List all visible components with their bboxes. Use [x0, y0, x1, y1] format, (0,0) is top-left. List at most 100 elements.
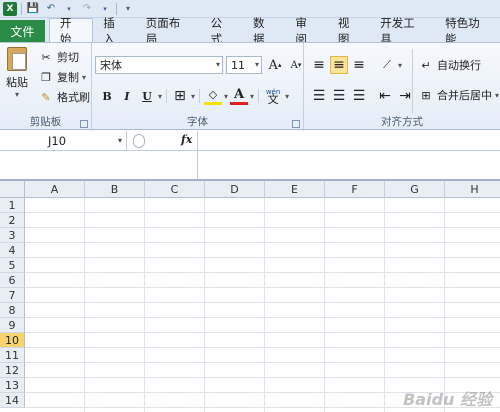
font-name-select[interactable]: 宋体 ▾: [95, 56, 223, 74]
align-right-icon[interactable]: ☰: [350, 87, 368, 105]
column-header[interactable]: D: [205, 181, 265, 198]
chevron-down-icon[interactable]: ▾: [191, 92, 195, 101]
chevron-down-icon[interactable]: ▾: [224, 92, 228, 101]
copy-button[interactable]: ❐ 复制 ▾: [38, 69, 86, 85]
chevron-down-icon: ▾: [215, 60, 220, 69]
font-label: 字体: [187, 116, 208, 128]
decrease-indent-icon[interactable]: ⇤: [376, 87, 394, 105]
row-header[interactable]: 12: [0, 363, 25, 378]
tab-file[interactable]: 文件: [0, 20, 45, 42]
column-header[interactable]: B: [85, 181, 145, 198]
tab-insert[interactable]: 插入: [93, 16, 135, 46]
border-icon[interactable]: ⊞: [171, 87, 189, 105]
wrap-text-button[interactable]: ↵ 自动换行: [418, 57, 481, 73]
alignment-label: 对齐方式: [381, 116, 423, 128]
select-all-button[interactable]: [0, 181, 25, 198]
row-header[interactable]: 8: [0, 303, 25, 318]
redo-icon[interactable]: ↷: [80, 2, 94, 16]
row-header[interactable]: 1: [0, 198, 25, 213]
divider: [116, 2, 117, 15]
tab-view[interactable]: 视图: [328, 16, 370, 46]
align-top-icon[interactable]: ≡: [310, 56, 328, 74]
italic-button[interactable]: I: [118, 87, 136, 105]
clipboard-label: 剪贴板: [29, 116, 62, 128]
tab-review[interactable]: 审阅: [285, 16, 327, 46]
dialog-launcher-icon[interactable]: [292, 120, 300, 128]
insert-function-button[interactable]: fx: [181, 133, 192, 146]
spreadsheet-grid: ABCDEFGH 1 2 3 4 5 6 7 8 9 10 11 12 13 14 Baidu 经验: [0, 181, 500, 412]
shrink-font-button[interactable]: A ▾: [287, 56, 305, 74]
formula-input[interactable]: [197, 131, 500, 179]
orientation-icon[interactable]: ⟋: [378, 56, 396, 74]
chevron-down-icon[interactable]: ▾: [250, 92, 254, 101]
row-header[interactable]: 11: [0, 348, 25, 363]
name-box[interactable]: J10 ▾: [0, 131, 127, 151]
splitter-handle[interactable]: [133, 134, 145, 148]
chevron-down-icon[interactable]: ▾: [285, 92, 289, 101]
row-header[interactable]: 14: [0, 393, 25, 408]
row-header[interactable]: 5: [0, 258, 25, 273]
chevron-down-icon[interactable]: ▾: [158, 92, 162, 101]
cut-label: 剪切: [57, 51, 79, 64]
wrap-text-label: 自动换行: [437, 59, 481, 72]
undo-icon[interactable]: ↶: [44, 2, 58, 16]
chevron-down-icon[interactable]: ▾: [398, 61, 402, 70]
dropdown-icon[interactable]: ▾: [62, 2, 76, 16]
align-bottom-icon[interactable]: ≡: [350, 56, 368, 74]
save-icon[interactable]: 💾: [26, 2, 40, 16]
clipboard-group: 粘贴 ▾ ✂ 剪切 ❐ 复制 ▾ ✎ 格式刷 剪贴板: [0, 43, 92, 131]
customize-qat-icon[interactable]: ▾: [121, 2, 135, 16]
name-box-value: J10: [48, 134, 67, 148]
formula-controls: fx: [127, 131, 197, 151]
column-header[interactable]: C: [145, 181, 205, 198]
font-size-value: 11: [231, 58, 245, 72]
font-color-button[interactable]: A: [230, 87, 249, 105]
column-header[interactable]: E: [265, 181, 325, 198]
paste-button[interactable]: 粘贴 ▾: [4, 47, 30, 99]
wrap-text-icon: ↵: [421, 58, 431, 72]
copy-label: 复制: [57, 71, 79, 84]
row-header[interactable]: 3: [0, 228, 25, 243]
alignment-group: ≡ ≡ ≡ ⟋ ▾ ☰ ☰ ☰ ⇤ ⇥ ↵ 自动换行 ⊞ 合并后居中 ▾ 对齐方…: [304, 43, 500, 131]
row-header[interactable]: 6: [0, 273, 25, 288]
ribbon-tabs: 文件 开始 插入 页面布局 公式 数据 审阅 视图 开发工具 特色功能: [0, 16, 500, 46]
divider: [166, 89, 168, 103]
font-size-select[interactable]: 11 ▾: [226, 56, 262, 74]
row-header[interactable]: 4: [0, 243, 25, 258]
chevron-down-icon: ▾: [495, 90, 500, 100]
cell-area[interactable]: [25, 198, 500, 412]
column-header[interactable]: A: [25, 181, 85, 198]
underline-button[interactable]: U: [138, 87, 156, 105]
tab-home[interactable]: 开始: [48, 16, 94, 46]
tab-page-layout[interactable]: 页面布局: [136, 16, 201, 46]
grow-font-button[interactable]: A ▴: [266, 56, 284, 74]
format-painter-button[interactable]: ✎ 格式刷: [38, 89, 90, 105]
column-header[interactable]: G: [385, 181, 445, 198]
tab-formulas[interactable]: 公式: [201, 16, 243, 46]
row-header[interactable]: 9: [0, 318, 25, 333]
column-header[interactable]: H: [445, 181, 500, 198]
excel-app-icon[interactable]: X: [3, 1, 17, 16]
tab-developer[interactable]: 开发工具: [370, 16, 435, 46]
cut-button[interactable]: ✂ 剪切: [38, 49, 79, 65]
align-center-icon[interactable]: ☰: [330, 87, 348, 105]
phonetic-char-label: 文: [267, 93, 279, 106]
row-header[interactable]: 13: [0, 378, 25, 393]
tab-features[interactable]: 特色功能: [435, 16, 500, 46]
dropdown-icon[interactable]: ▾: [98, 2, 112, 16]
row-header[interactable]: 2: [0, 213, 25, 228]
align-middle-icon[interactable]: ≡: [330, 56, 348, 74]
dialog-launcher-icon[interactable]: [80, 120, 88, 128]
merge-center-button[interactable]: ⊞ 合并后居中 ▾: [418, 87, 499, 103]
chevron-down-icon[interactable]: ▾: [118, 136, 122, 145]
fill-color-icon[interactable]: ◇: [204, 87, 223, 105]
bold-button[interactable]: B: [98, 87, 116, 105]
tab-data[interactable]: 数据: [243, 16, 285, 46]
phonetic-button[interactable]: wén 文: [263, 87, 283, 105]
column-header[interactable]: F: [325, 181, 385, 198]
format-painter-label: 格式刷: [57, 91, 90, 104]
font-group: 宋体 ▾ 11 ▾ A ▴ A ▾ B I U ▾ ⊞ ▾ ◇ ▾ A ▾ wén: [92, 43, 304, 131]
row-header[interactable]: 10: [0, 333, 25, 348]
row-header[interactable]: 7: [0, 288, 25, 303]
align-left-icon[interactable]: ☰: [310, 87, 328, 105]
